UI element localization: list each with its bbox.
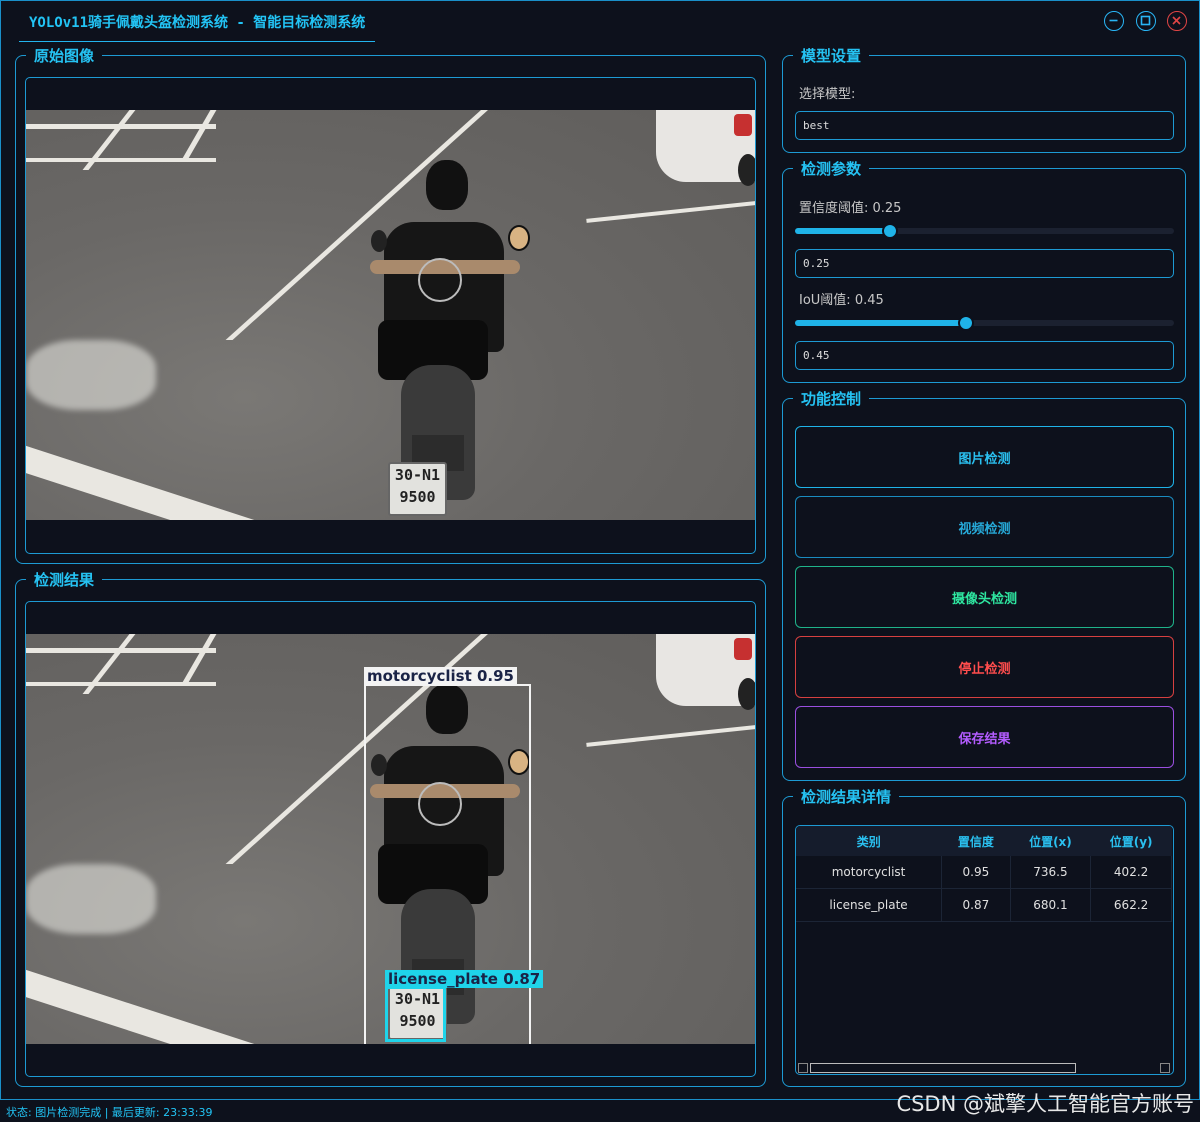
model-select[interactable]: best [795,111,1174,140]
result-image-panel: 检测结果 30-N1 9500 motorcyclist 0.95 licens… [15,570,766,1087]
controls-panel: 功能控制 图片检测 视频检测 摄像头检测 停止检测 保存结果 [782,389,1186,781]
table-row[interactable]: license_plate 0.87 680.1 662.2 [796,888,1172,922]
maximize-button[interactable] [1136,11,1156,31]
original-image-panel: 原始图像 30-N1 9500 [15,46,766,564]
result-image: 30-N1 9500 motorcyclist 0.95 license_plat… [26,634,755,1044]
table-header-row: 类别 置信度 位置(x) 位置(y) [796,826,1172,856]
cell-x: 736.5 [1010,856,1092,889]
controls-legend: 功能控制 [793,389,870,409]
close-button[interactable] [1167,11,1187,31]
conf-slider-handle[interactable] [882,223,898,239]
image-detect-button[interactable]: 图片检测 [795,426,1174,488]
details-legend: 检测结果详情 [793,787,900,807]
cell-y: 662.2 [1090,888,1172,922]
table-row[interactable]: motorcyclist 0.95 736.5 402.2 [796,856,1172,889]
cell-conf: 0.87 [941,888,1011,922]
cell-x: 680.1 [1010,888,1092,922]
app-window: YOLOv11骑手佩戴头盔检测系统 - 智能目标检测系统 原始图像 30-N1 … [0,0,1200,1100]
scrollbar-thumb[interactable] [810,1063,1076,1073]
model-settings-legend: 模型设置 [793,46,870,66]
column-header-class[interactable]: 类别 [796,826,942,856]
license-plate-bbox-label: license_plate 0.87 [385,970,544,988]
iou-slider-handle[interactable] [958,315,974,331]
column-header-y[interactable]: 位置(y) [1090,826,1172,856]
result-image-legend: 检测结果 [26,570,103,590]
minimize-icon [1109,19,1118,22]
save-result-button[interactable]: 保存结果 [795,706,1174,768]
maximize-icon [1140,15,1151,26]
model-settings-panel: 模型设置 选择模型: best [782,46,1186,153]
original-image-frame: 30-N1 9500 [25,77,756,554]
cell-conf: 0.95 [941,856,1011,889]
status-bar: 状态: 图片检测完成 | 最后更新: 23:33:39 [6,1106,213,1119]
title-bar: YOLOv11骑手佩戴头盔检测系统 - 智能目标检测系统 [1,1,1199,43]
column-header-x[interactable]: 位置(x) [1010,826,1091,856]
video-detect-button[interactable]: 视频检测 [795,496,1174,558]
params-legend: 检测参数 [793,159,870,179]
details-table: 类别 置信度 位置(x) 位置(y) motorcyclist 0.95 736… [796,826,1172,922]
horizontal-scrollbar[interactable] [796,1062,1173,1074]
details-table-frame: 类别 置信度 位置(x) 位置(y) motorcyclist 0.95 736… [795,825,1174,1075]
select-model-label: 选择模型: [799,87,856,102]
iou-input[interactable]: 0.45 [795,341,1174,370]
license-plate: 30-N1 9500 [388,462,447,516]
stop-detect-button[interactable]: 停止检测 [795,636,1174,698]
cell-class: motorcyclist [796,856,943,889]
minimize-button[interactable] [1104,11,1124,31]
original-image-legend: 原始图像 [26,46,103,66]
conf-input[interactable]: 0.25 [795,249,1174,278]
iou-threshold-label: IoU阈值: 0.45 [799,293,884,308]
cell-y: 402.2 [1090,856,1172,889]
conf-slider[interactable] [795,223,1174,239]
watermark: CSDN @斌擎人工智能官方账号 [896,1092,1194,1116]
iou-slider[interactable] [795,315,1174,331]
params-panel: 检测参数 置信度阈值: 0.25 0.25 IoU阈值: 0.45 0.45 [782,159,1186,383]
conf-threshold-label: 置信度阈值: 0.25 [799,201,902,216]
close-icon [1172,16,1181,25]
motorcyclist-bbox-label: motorcyclist 0.95 [364,667,517,685]
license-plate-bbox [385,986,446,1042]
original-image: 30-N1 9500 [26,110,755,520]
camera-detect-button[interactable]: 摄像头检测 [795,566,1174,628]
window-title: YOLOv11骑手佩戴头盔检测系统 - 智能目标检测系统 [19,3,376,42]
result-image-frame: 30-N1 9500 motorcyclist 0.95 license_plat… [25,601,756,1077]
cell-class: license_plate [796,888,943,922]
column-header-conf[interactable]: 置信度 [941,826,1011,856]
details-panel: 检测结果详情 类别 置信度 位置(x) 位置(y) motorcyclist 0… [782,787,1186,1087]
